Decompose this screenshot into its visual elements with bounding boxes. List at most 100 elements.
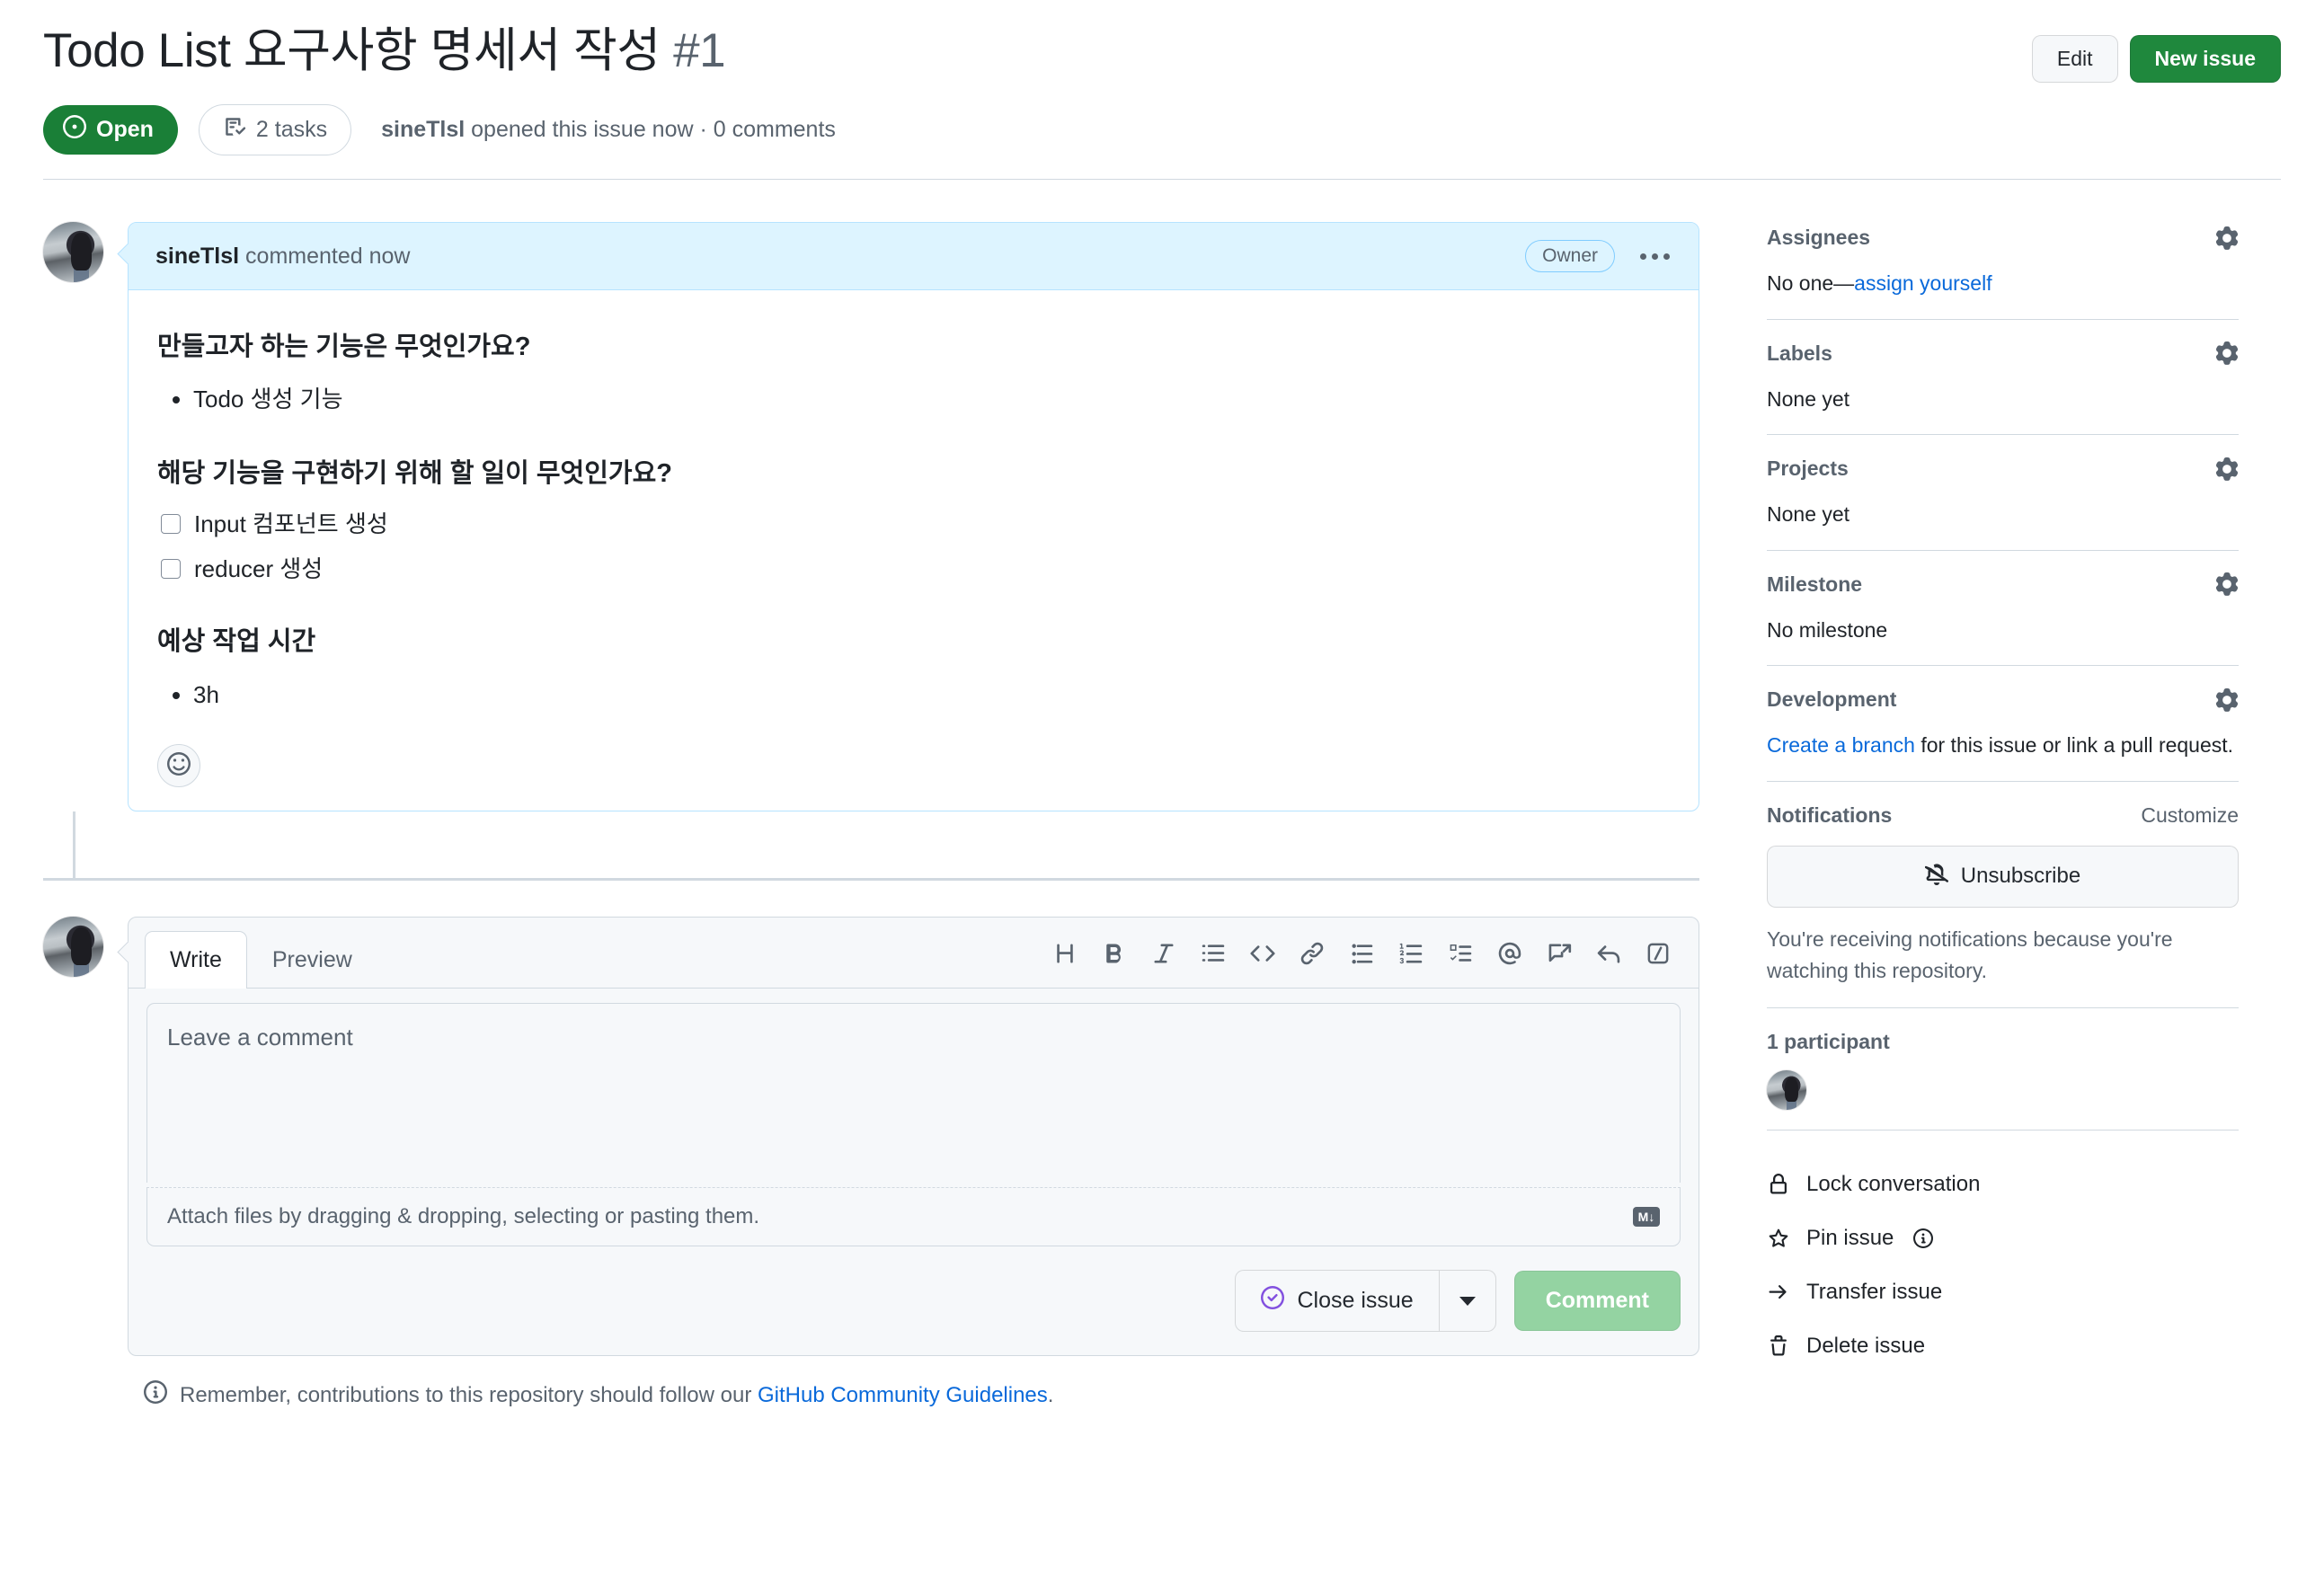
issue-closed-check-icon <box>1261 1286 1285 1316</box>
markdown-icon[interactable]: M↓ <box>1633 1207 1660 1228</box>
arrow-right-icon <box>1767 1281 1790 1303</box>
close-issue-label: Close issue <box>1297 1288 1414 1314</box>
development-rest: for this issue or link a pull request. <box>1914 733 2234 757</box>
assignees-header: Assignees <box>1767 226 2239 250</box>
issue-comment: sineTlsl commented now Owner 만들고자 하는 기능은… <box>128 222 1699 812</box>
pin-issue-action[interactable]: Pin issue <box>1767 1211 2239 1265</box>
task-checkbox[interactable] <box>161 514 181 535</box>
development-title: Development <box>1767 687 1897 711</box>
task-checkbox[interactable] <box>161 559 181 580</box>
guidelines-prefix: Remember, contributions to this reposito… <box>180 1382 758 1407</box>
link-icon[interactable] <box>1287 930 1336 977</box>
sidebar-section-labels: Labels None yet <box>1767 341 2239 435</box>
guidelines-link[interactable]: GitHub Community Guidelines <box>758 1383 1048 1407</box>
notifications-note: You're receiving notifications because y… <box>1767 927 2173 983</box>
tasks-badge[interactable]: 2 tasks <box>198 104 352 155</box>
bold-icon[interactable] <box>1089 930 1139 977</box>
gear-icon[interactable] <box>2215 687 2239 712</box>
assign-yourself-link[interactable]: assign yourself <box>1854 271 1991 295</box>
labels-value: None yet <box>1767 386 1850 411</box>
unordered-list-icon[interactable] <box>1336 930 1386 977</box>
comment-input[interactable] <box>146 1003 1681 1184</box>
comment-author-name[interactable]: sineTlsl <box>155 244 239 269</box>
comment-author-line: sineTlsl commented now <box>155 244 410 270</box>
comment-body: 만들고자 하는 기능은 무엇인가요? Todo 생성 기능 해당 기능을 구현하… <box>129 290 1699 811</box>
comment-menu-icon[interactable] <box>1635 248 1675 265</box>
issue-meta-rest: opened this issue now · 0 comments <box>465 117 836 142</box>
checklist-icon <box>223 115 246 145</box>
create-a-branch-link[interactable]: Create a branch <box>1767 733 1915 757</box>
milestone-title: Milestone <box>1767 572 1863 596</box>
issue-title-text: Todo List 요구사항 명세서 작성 <box>43 24 661 77</box>
mention-icon[interactable] <box>1485 930 1534 977</box>
ordered-list-icon[interactable] <box>1386 930 1435 977</box>
transfer-issue-action[interactable]: Transfer issue <box>1767 1265 2239 1319</box>
development-value: Create a branch for this issue or link a… <box>1767 730 2239 761</box>
task-label: reducer 생성 <box>194 555 324 583</box>
issue-page: Todo List 요구사항 명세서 작성 #1 Edit New issue … <box>0 0 2324 1596</box>
task-label: Input 컴포넌트 생성 <box>194 510 388 537</box>
code-icon[interactable] <box>1237 930 1287 977</box>
avatar[interactable] <box>1767 1069 1806 1110</box>
comment-form-row: Write Preview Leave a comment Attach fil… <box>43 917 1699 1357</box>
comment-form: Write Preview Leave a comment Attach fil… <box>128 917 1699 1357</box>
projects-header: Projects <box>1767 457 2239 481</box>
guidelines-text: Remember, contributions to this reposito… <box>180 1383 1053 1408</box>
attach-hint-text: Attach files by dragging & dropping, sel… <box>167 1204 760 1229</box>
thread-connector <box>43 811 1699 879</box>
comment-heading-2: 해당 기능을 구현하기 위해 할 일이 무엇인가요? <box>157 458 672 488</box>
comment-submit-button[interactable]: Comment <box>1513 1271 1681 1332</box>
trash-icon <box>1767 1334 1790 1357</box>
sidebar-section-notifications: Notifications Customize Unsubscribe You'… <box>1767 803 2239 1008</box>
issue-meta-row: Open 2 tasks sineTlsl opened this issue … <box>43 104 2281 155</box>
unsubscribe-button[interactable]: Unsubscribe <box>1767 845 2239 908</box>
delete-issue-label: Delete issue <box>1806 1333 1926 1358</box>
comment-thread-item: sineTlsl commented now Owner 만들고자 하는 기능은… <box>43 222 1699 812</box>
new-issue-button[interactable]: New issue <box>2129 35 2281 83</box>
add-reaction-button[interactable] <box>157 744 200 788</box>
editor-tabbar: Write Preview <box>129 918 1699 989</box>
heading-icon[interactable] <box>1040 930 1089 977</box>
comment-task-list: Input 컴포넌트 생성 reducer 생성 <box>157 506 1670 588</box>
task-list-icon[interactable] <box>1435 930 1485 977</box>
guidelines-suffix: . <box>1047 1382 1054 1407</box>
gear-icon[interactable] <box>2215 572 2239 596</box>
avatar[interactable] <box>43 222 103 282</box>
info-icon[interactable] <box>1913 1228 1934 1248</box>
lock-conversation-action[interactable]: Lock conversation <box>1767 1157 2239 1211</box>
info-icon <box>144 1380 167 1410</box>
gear-icon[interactable] <box>2215 341 2239 365</box>
status-badge: Open <box>43 105 178 155</box>
assignees-title: Assignees <box>1767 226 1871 249</box>
comment-header-right: Owner <box>1525 240 1675 272</box>
issue-author-link[interactable]: sineTlsl <box>381 117 465 142</box>
editor-tabs: Write Preview <box>145 931 377 989</box>
task-list-item: Input 컴포넌트 생성 <box>161 506 1670 542</box>
comment-form-actions: Close issue Comment <box>129 1263 1699 1355</box>
slash-command-icon[interactable] <box>1633 930 1682 977</box>
sidebar-section-milestone: Milestone No milestone <box>1767 572 2239 666</box>
close-issue-button[interactable]: Close issue <box>1235 1270 1439 1333</box>
status-badge-label: Open <box>96 117 154 142</box>
projects-title: Projects <box>1767 457 1849 480</box>
delete-issue-action[interactable]: Delete issue <box>1767 1319 2239 1373</box>
bell-slash-icon <box>1924 862 1948 891</box>
close-issue-dropdown-button[interactable] <box>1438 1270 1496 1333</box>
sidebar-actions: Lock conversation Pin issue Transfer iss… <box>1767 1152 2239 1373</box>
page-title: Todo List 요구사항 명세서 작성 #1 <box>43 23 726 80</box>
reference-icon[interactable] <box>1534 930 1583 977</box>
owner-badge: Owner <box>1525 240 1615 272</box>
customize-notifications-link[interactable]: Customize <box>2141 803 2239 828</box>
reply-icon[interactable] <box>1583 930 1633 977</box>
avatar[interactable] <box>43 917 103 978</box>
gear-icon[interactable] <box>2215 226 2239 250</box>
italic-icon[interactable] <box>1139 930 1188 977</box>
tab-preview[interactable]: Preview <box>247 931 377 989</box>
notifications-header: Notifications Customize <box>1767 803 2239 828</box>
quote-icon[interactable] <box>1188 930 1237 977</box>
issue-meta-text: sineTlsl opened this issue now · 0 comme… <box>381 117 836 143</box>
gear-icon[interactable] <box>2215 457 2239 481</box>
edit-button[interactable]: Edit <box>2031 35 2118 83</box>
thread-vertical-line <box>73 811 75 879</box>
tab-write[interactable]: Write <box>145 931 247 989</box>
